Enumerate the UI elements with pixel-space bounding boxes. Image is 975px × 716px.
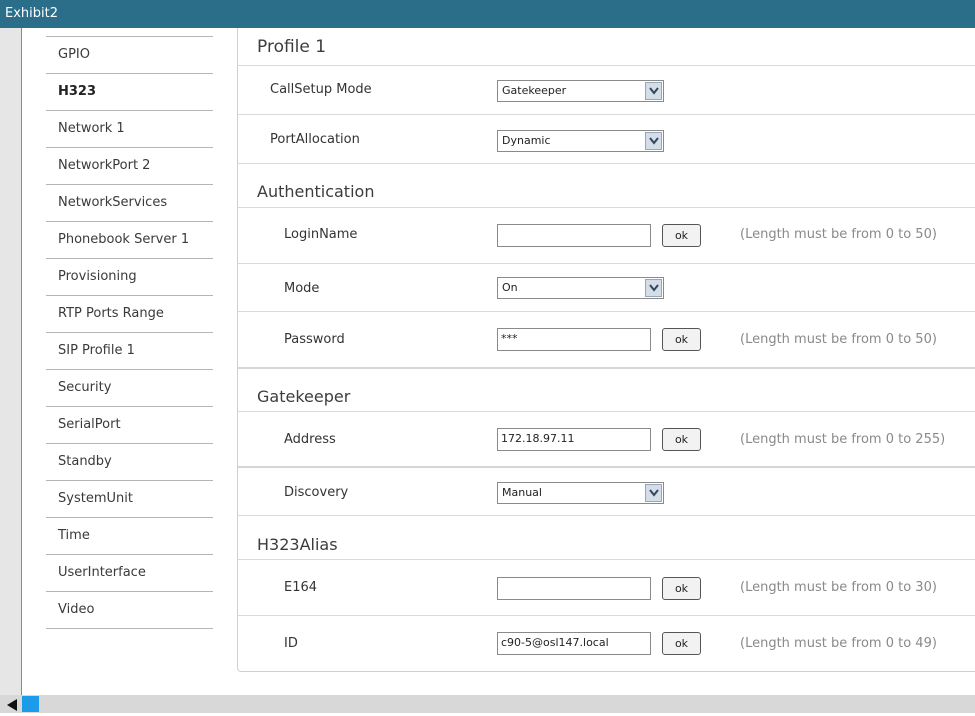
e164-hint: (Length must be from 0 to 30) bbox=[740, 580, 937, 595]
profile-title: Profile 1 bbox=[257, 37, 327, 57]
e164-row: E164 ok (Length must be from 0 to 30) bbox=[238, 560, 975, 616]
password-label: Password bbox=[284, 332, 345, 347]
e164-ok-button[interactable]: ok bbox=[662, 577, 701, 600]
mode-row: Mode On bbox=[238, 264, 975, 312]
nav-item-network-1[interactable]: Network 1 bbox=[46, 111, 213, 148]
address-row: Address 172.18.97.11 ok (Length must be … bbox=[238, 412, 975, 468]
settings-nav: GPIO H323 Network 1 NetworkPort 2 Networ… bbox=[46, 36, 213, 629]
loginname-hint: (Length must be from 0 to 50) bbox=[740, 227, 937, 242]
nav-item-networkservices[interactable]: NetworkServices bbox=[46, 185, 213, 222]
portallocation-row: PortAllocation Dynamic bbox=[238, 115, 975, 164]
h323alias-title: H323Alias bbox=[257, 535, 338, 554]
mode-label: Mode bbox=[284, 281, 320, 296]
settings-panel: Profile 1 CallSetup Mode Gatekeeper Port… bbox=[237, 28, 975, 672]
password-ok-button[interactable]: ok bbox=[662, 328, 701, 351]
callsetup-label: CallSetup Mode bbox=[270, 82, 372, 97]
loginname-input[interactable] bbox=[497, 224, 651, 247]
discovery-row: Discovery Manual bbox=[238, 468, 975, 516]
callsetup-select[interactable]: Gatekeeper bbox=[497, 80, 664, 102]
window-titlebar: Exhibit2 bbox=[0, 0, 975, 29]
loginname-row: LoginName ok (Length must be from 0 to 5… bbox=[238, 208, 975, 264]
address-label: Address bbox=[284, 432, 336, 447]
chevron-down-icon bbox=[645, 484, 662, 502]
id-input[interactable]: c90-5@osl147.local bbox=[497, 632, 651, 655]
nav-item-security[interactable]: Security bbox=[46, 370, 213, 407]
chevron-down-icon bbox=[645, 82, 662, 100]
password-hint: (Length must be from 0 to 50) bbox=[740, 332, 937, 347]
id-label: ID bbox=[284, 636, 298, 651]
address-ok-button[interactable]: ok bbox=[662, 428, 701, 451]
triangle-left-icon[interactable] bbox=[4, 697, 20, 711]
id-ok-button[interactable]: ok bbox=[662, 632, 701, 655]
loginname-ok-button[interactable]: ok bbox=[662, 224, 701, 247]
e164-input[interactable] bbox=[497, 577, 651, 600]
discovery-label: Discovery bbox=[284, 485, 349, 500]
loginname-label: LoginName bbox=[284, 227, 358, 242]
portallocation-value: Dynamic bbox=[502, 134, 551, 147]
nav-item-rtp-ports-range[interactable]: RTP Ports Range bbox=[46, 296, 213, 333]
password-input[interactable]: *** bbox=[497, 328, 651, 351]
password-row: Password *** ok (Length must be from 0 t… bbox=[238, 312, 975, 369]
nav-item-standby[interactable]: Standby bbox=[46, 444, 213, 481]
authentication-title: Authentication bbox=[257, 182, 375, 201]
nav-item-serialport[interactable]: SerialPort bbox=[46, 407, 213, 444]
discovery-select[interactable]: Manual bbox=[497, 482, 664, 504]
address-input[interactable]: 172.18.97.11 bbox=[497, 428, 651, 451]
address-hint: (Length must be from 0 to 255) bbox=[740, 432, 946, 447]
chevron-down-icon bbox=[645, 279, 662, 297]
h323alias-header-row: H323Alias bbox=[238, 516, 975, 560]
nav-item-video[interactable]: Video bbox=[46, 592, 213, 629]
mode-select[interactable]: On bbox=[497, 277, 664, 299]
content-area: GPIO H323 Network 1 NetworkPort 2 Networ… bbox=[22, 28, 975, 695]
nav-item-networkport-2[interactable]: NetworkPort 2 bbox=[46, 148, 213, 185]
nav-item-systemunit[interactable]: SystemUnit bbox=[46, 481, 213, 518]
authentication-header-row: Authentication bbox=[238, 164, 975, 208]
nav-item-time[interactable]: Time bbox=[46, 518, 213, 555]
chevron-down-icon bbox=[645, 132, 662, 150]
gatekeeper-title: Gatekeeper bbox=[257, 387, 351, 406]
nav-item-userinterface[interactable]: UserInterface bbox=[46, 555, 213, 592]
nav-item-gpio[interactable]: GPIO bbox=[46, 37, 213, 74]
gatekeeper-header-row: Gatekeeper bbox=[238, 369, 975, 412]
nav-item-h323[interactable]: H323 bbox=[46, 74, 213, 111]
portallocation-label: PortAllocation bbox=[270, 132, 360, 147]
left-frame-bar bbox=[0, 28, 22, 695]
window-title: Exhibit2 bbox=[5, 6, 58, 21]
nav-item-phonebook-server-1[interactable]: Phonebook Server 1 bbox=[46, 222, 213, 259]
nav-item-sip-profile-1[interactable]: SIP Profile 1 bbox=[46, 333, 213, 370]
portallocation-select[interactable]: Dynamic bbox=[497, 130, 664, 152]
id-hint: (Length must be from 0 to 49) bbox=[740, 636, 937, 651]
callsetup-row: CallSetup Mode Gatekeeper bbox=[238, 66, 975, 115]
callsetup-value: Gatekeeper bbox=[502, 84, 567, 97]
nav-item-provisioning[interactable]: Provisioning bbox=[46, 259, 213, 296]
id-row: ID c90-5@osl147.local ok (Length must be… bbox=[238, 616, 975, 671]
profile-header-row: Profile 1 bbox=[238, 28, 975, 66]
mode-value: On bbox=[502, 281, 518, 294]
horizontal-scrollbar[interactable] bbox=[0, 695, 975, 713]
e164-label: E164 bbox=[284, 580, 318, 595]
scrollbar-thumb[interactable] bbox=[22, 696, 39, 712]
discovery-value: Manual bbox=[502, 486, 542, 499]
